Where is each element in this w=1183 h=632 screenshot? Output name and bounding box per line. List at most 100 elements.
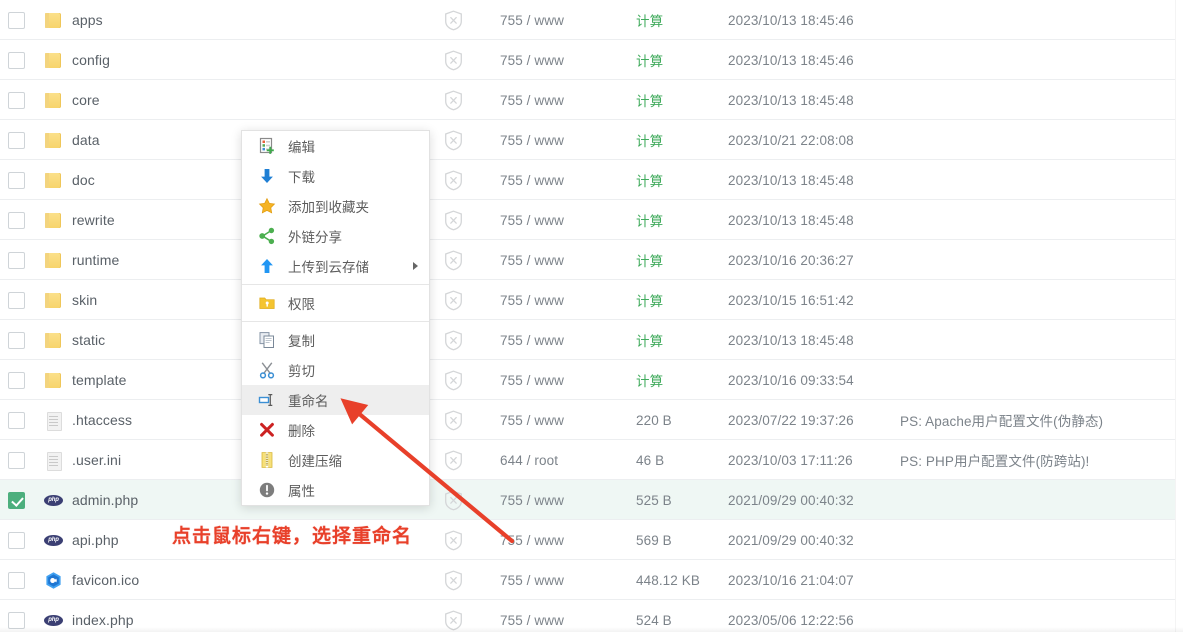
file-name-label[interactable]: apps [72,12,103,28]
file-permissions-cell[interactable]: 755 / www [500,80,600,120]
file-permissions-cell[interactable]: 644 / root [500,440,600,480]
file-permissions-cell[interactable]: 755 / www [500,480,600,520]
file-permissions-cell[interactable]: 755 / www [500,400,600,440]
file-protection-cell[interactable] [436,120,470,160]
file-name-label[interactable]: runtime [72,252,119,268]
checkbox-icon[interactable] [8,571,25,589]
file-permissions-cell[interactable]: 755 / www [500,320,600,360]
permissions-label[interactable]: 755 / www [500,253,564,268]
file-context-menu[interactable]: 编辑 下载 添加到收藏夹 外链分享 上传到云存储 权限 复制 剪切 重命名 删除 创建压缩 属性 [241,130,430,506]
calculate-size-link[interactable]: 计算 [636,250,663,270]
row-checkbox[interactable] [8,200,42,240]
row-checkbox[interactable] [8,160,42,200]
table-row[interactable]: apps 755 / www 计算 2023/10/13 18:45:46 [0,0,1175,40]
calculate-size-link[interactable]: 计算 [636,50,663,70]
file-size-cell[interactable]: 计算 [636,240,726,280]
shield-x-icon[interactable] [444,410,463,431]
file-protection-cell[interactable] [436,480,470,520]
row-checkbox[interactable] [8,120,42,160]
checkbox-icon[interactable] [8,211,25,229]
row-checkbox[interactable] [8,40,42,80]
permissions-label[interactable]: 755 / www [500,413,564,428]
file-permissions-cell[interactable]: 755 / www [500,160,600,200]
table-row[interactable]: .user.ini 644 / root 46 B 2023/10/03 17:11:… [0,440,1175,480]
file-size-cell[interactable]: 计算 [636,360,726,400]
file-protection-cell[interactable] [436,0,470,40]
shield-x-icon[interactable] [444,490,463,511]
permissions-label[interactable]: 755 / www [500,213,564,228]
permissions-label[interactable]: 755 / www [500,293,564,308]
table-row[interactable]: data 755 / www 计算 2023/10/21 22:08:08 [0,120,1175,160]
permissions-label[interactable]: 755 / www [500,533,564,548]
permissions-label[interactable]: 755 / www [500,573,564,588]
context-menu-item-upload[interactable]: 上传到云存储 [242,251,429,281]
file-protection-cell[interactable] [436,240,470,280]
file-size-cell[interactable]: 计算 [636,40,726,80]
row-checkbox[interactable] [8,280,42,320]
file-name-label[interactable]: .user.ini [72,452,121,468]
file-protection-cell[interactable] [436,80,470,120]
calculate-size-link[interactable]: 计算 [636,370,663,390]
permissions-label[interactable]: 755 / www [500,133,564,148]
table-row[interactable]: .htaccess 755 / www 220 B 2023/07/22 19:37:… [0,400,1175,440]
row-checkbox[interactable] [8,240,42,280]
permissions-label[interactable]: 755 / www [500,493,564,508]
permissions-label[interactable]: 755 / www [500,173,564,188]
file-name-label[interactable]: rewrite [72,212,115,228]
file-permissions-cell[interactable]: 755 / www [500,520,600,560]
file-size-cell[interactable]: 计算 [636,160,726,200]
permissions-label[interactable]: 755 / www [500,333,564,348]
table-row[interactable]: rewrite 755 / www 计算 2023/10/13 18:45:48 [0,200,1175,240]
context-menu-item-copy[interactable]: 复制 [242,325,429,355]
calculate-size-link[interactable]: 计算 [636,90,663,110]
file-permissions-cell[interactable]: 755 / www [500,360,600,400]
shield-x-icon[interactable] [444,370,463,391]
checkbox-icon[interactable] [8,531,25,549]
file-protection-cell[interactable] [436,320,470,360]
shield-x-icon[interactable] [444,130,463,151]
scrollbar-gutter[interactable] [1175,0,1183,632]
file-permissions-cell[interactable]: 755 / www [500,200,600,240]
shield-x-icon[interactable] [444,210,463,231]
shield-x-icon[interactable] [444,450,463,471]
file-name-label[interactable]: admin.php [72,492,138,508]
file-permissions-cell[interactable]: 755 / www [500,40,600,80]
checkbox-icon[interactable] [8,11,25,29]
checkbox-icon[interactable] [8,131,25,149]
file-protection-cell[interactable] [436,200,470,240]
file-protection-cell[interactable] [436,440,470,480]
checkbox-icon[interactable] [8,291,25,309]
calculate-size-link[interactable]: 计算 [636,290,663,310]
context-menu-item-star[interactable]: 添加到收藏夹 [242,191,429,221]
file-name-label[interactable]: config [72,52,110,68]
permissions-label[interactable]: 644 / root [500,453,558,468]
file-name-label[interactable]: api.php [72,532,119,548]
row-checkbox[interactable] [8,560,42,600]
file-permissions-cell[interactable]: 755 / www [500,560,600,600]
calculate-size-link[interactable]: 计算 [636,330,663,350]
file-name-label[interactable]: favicon.ico [72,572,139,588]
context-menu-item-share[interactable]: 外链分享 [242,221,429,251]
permissions-label[interactable]: 755 / www [500,373,564,388]
shield-x-icon[interactable] [444,90,463,111]
file-name-label[interactable]: index.php [72,612,134,628]
checkbox-icon[interactable] [8,451,25,469]
file-protection-cell[interactable] [436,400,470,440]
table-row[interactable]: favicon.ico 755 / www 448.12 KB 2023/10/16 … [0,560,1175,600]
table-row[interactable]: template 755 / www 计算 2023/10/16 09:33:54 [0,360,1175,400]
context-menu-item-info[interactable]: 属性 [242,475,429,505]
file-size-cell[interactable]: 计算 [636,80,726,120]
file-protection-cell[interactable] [436,360,470,400]
checkbox-icon[interactable] [8,171,25,189]
file-name-label[interactable]: .htaccess [72,412,132,428]
shield-x-icon[interactable] [444,10,463,31]
checkbox-icon[interactable] [8,251,25,269]
row-checkbox[interactable] [8,400,42,440]
row-checkbox[interactable] [8,0,42,40]
context-menu-item-rename[interactable]: 重命名 [242,385,429,415]
shield-x-icon[interactable] [444,570,463,591]
file-permissions-cell[interactable]: 755 / www [500,0,600,40]
file-permissions-cell[interactable]: 755 / www [500,280,600,320]
table-row[interactable]: static 755 / www 计算 2023/10/13 18:45:48 [0,320,1175,360]
permissions-label[interactable]: 755 / www [500,13,564,28]
